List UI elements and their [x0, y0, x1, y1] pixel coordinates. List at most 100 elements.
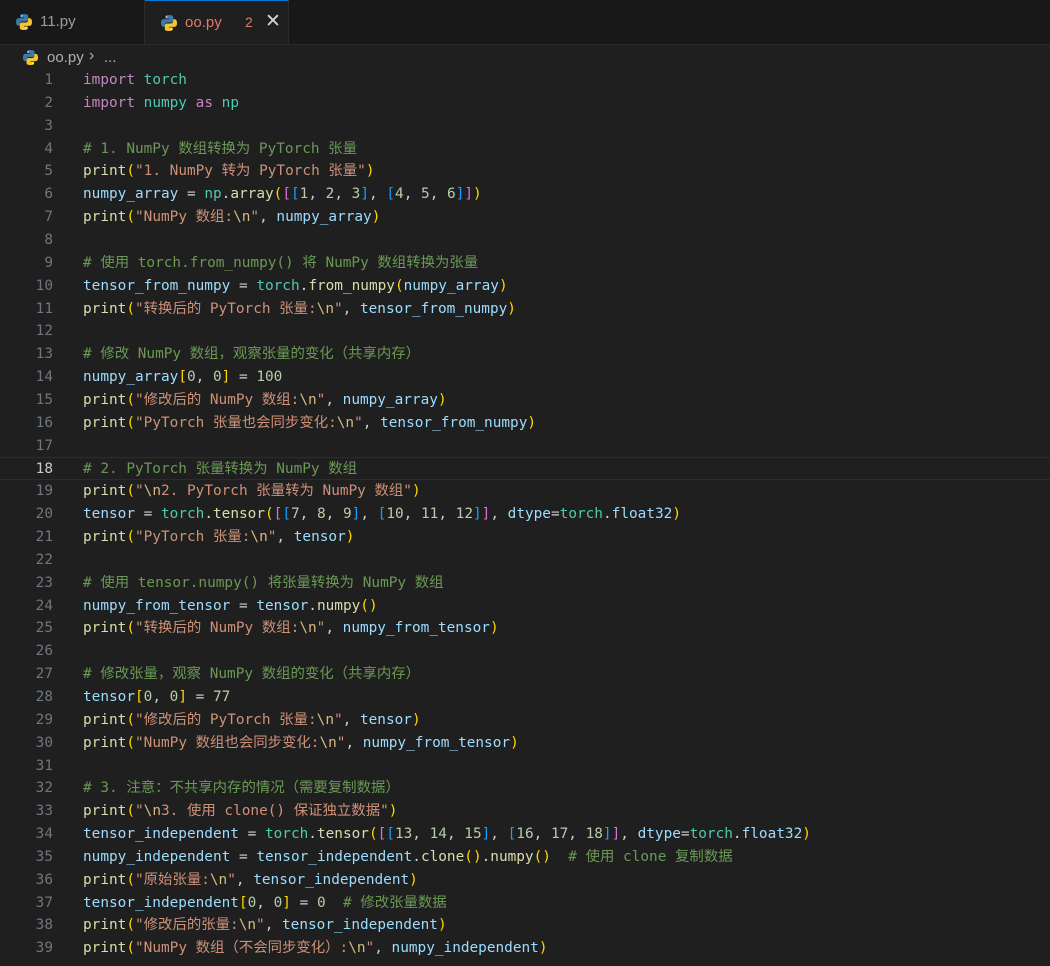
tab-11-py[interactable]: 11.py: [0, 0, 145, 44]
python-file-icon: [16, 14, 32, 30]
breadcrumb: oo.py › ...: [0, 46, 1050, 70]
code-line[interactable]: 20 tensor = torch.tensor([[7, 8, 9], [10,…: [0, 503, 1050, 526]
line-number: 20: [35, 506, 53, 523]
code-line[interactable]: 30 print("NumPy 数组也会同步变化:\n", numpy_from_…: [0, 732, 1050, 755]
code-text: tensor_independent = torch.tensor([[13, …: [83, 826, 811, 843]
code-line[interactable]: 6 numpy_array = np.array([[1, 2, 3], [4, …: [0, 183, 1050, 206]
line-number: 12: [35, 323, 53, 340]
line-number: 11: [35, 300, 53, 317]
code-text: tensor_independent[0, 0] = 0 # 修改张量数据: [83, 894, 447, 911]
code-line[interactable]: 10 tensor_from_numpy = torch.from_numpy(n…: [0, 275, 1050, 298]
line-number: 21: [35, 529, 53, 545]
line-number: 31: [35, 757, 53, 774]
line-number: 29: [35, 711, 53, 728]
line-number: 1: [44, 72, 53, 88]
line-number: 25: [35, 620, 53, 637]
code-line[interactable]: 35 numpy_independent = tensor_independent…: [0, 846, 1050, 869]
code-line[interactable]: 39 print("NumPy 数组（不会同步变化）:\n", numpy_ind…: [0, 937, 1050, 960]
code-text: # 修改 NumPy 数组，观察张量的变化（共享内存）: [83, 346, 421, 363]
code-line[interactable]: 4 # 1. NumPy 数组转换为 PyTorch 张量: [0, 138, 1050, 161]
code-line[interactable]: 25 print("转换后的 NumPy 数组:\n", numpy_from_t…: [0, 617, 1050, 640]
code-text: print("\n2. PyTorch 张量转为 NumPy 数组"): [83, 483, 421, 500]
problems-count-badge: 2: [245, 14, 253, 30]
code-text: print("1. NumPy 转为 PyTorch 张量"): [83, 163, 375, 180]
code-line[interactable]: 7 print("NumPy 数组:\n", numpy_array): [0, 206, 1050, 229]
line-number: 24: [35, 597, 53, 614]
code-text: print("PyTorch 张量也会同步变化:\n", tensor_from…: [83, 414, 537, 431]
code-line[interactable]: 19 print("\n2. PyTorch 张量转为 NumPy 数组"): [0, 480, 1050, 503]
code-text: print("修改后的张量:\n", tensor_independent): [83, 917, 447, 934]
code-text: print("转换后的 PyTorch 张量:\n", tensor_from_…: [83, 300, 516, 317]
code-text: print("原始张量:\n", tensor_independent): [83, 871, 418, 888]
code-line[interactable]: 16 print("PyTorch 张量也会同步变化:\n", tensor_fr…: [0, 412, 1050, 435]
line-number: 28: [35, 688, 53, 705]
code-text: print("修改后的 NumPy 数组:\n", numpy_array): [83, 391, 447, 408]
close-icon[interactable]: ✕: [263, 10, 283, 34]
code-line[interactable]: 23 # 使用 tensor.numpy() 将张量转换为 NumPy 数组: [0, 572, 1050, 595]
code-line[interactable]: 26: [0, 640, 1050, 663]
code-line[interactable]: 12: [0, 320, 1050, 343]
code-line[interactable]: 5 print("1. NumPy 转为 PyTorch 张量"): [0, 160, 1050, 183]
code-line[interactable]: 34 tensor_independent = torch.tensor([[13…: [0, 823, 1050, 846]
line-number: 7: [44, 209, 53, 226]
code-text: tensor_from_numpy = torch.from_numpy(num…: [83, 277, 508, 294]
code-text: numpy_independent = tensor_independent.c…: [83, 848, 733, 865]
code-text: # 2. PyTorch 张量转换为 NumPy 数组: [83, 461, 358, 478]
line-number: 22: [35, 551, 53, 568]
code-line[interactable]: 1 import torch: [0, 69, 1050, 92]
code-text: print("\n3. 使用 clone() 保证独立数据"): [83, 803, 398, 820]
tab-oo-py[interactable]: oo.py 2 ✕: [145, 0, 289, 44]
line-number: 36: [35, 871, 53, 888]
line-number: 30: [35, 734, 53, 751]
code-line[interactable]: 38 print("修改后的张量:\n", tensor_independent): [0, 914, 1050, 937]
line-number: 34: [35, 826, 53, 843]
code-line[interactable]: 33 print("\n3. 使用 clone() 保证独立数据"): [0, 800, 1050, 823]
line-number: 32: [35, 780, 53, 797]
code-editor[interactable]: 1 import torch 2 import numpy as np 3 4 # 1. N…: [0, 69, 1050, 966]
tab-label: oo.py: [185, 14, 222, 31]
line-number: 10: [35, 277, 53, 294]
line-number: 17: [35, 437, 53, 454]
code-line[interactable]: 28 tensor[0, 0] = 77: [0, 686, 1050, 709]
code-text: print("NumPy 数组（不会同步变化）:\n", numpy_indep…: [83, 940, 548, 957]
line-number: 2: [44, 94, 53, 111]
line-number: 13: [35, 346, 53, 363]
code-line[interactable]: 3: [0, 115, 1050, 138]
code-line[interactable]: 31: [0, 755, 1050, 778]
code-text: # 3. 注意：不共享内存的情况（需要复制数据）: [83, 780, 400, 797]
code-text: # 使用 tensor.numpy() 将张量转换为 NumPy 数组: [83, 574, 444, 591]
code-line[interactable]: 21 print("PyTorch 张量:\n", tensor): [0, 526, 1050, 549]
line-number: 19: [35, 483, 53, 500]
code-text: numpy_array = np.array([[1, 2, 3], [4, 5…: [83, 186, 482, 203]
chevron-right-icon: ›: [89, 47, 95, 64]
line-number: 6: [44, 186, 53, 203]
code-text: numpy_from_tensor = tensor.numpy(): [83, 597, 378, 614]
code-text: import numpy as np: [83, 94, 239, 111]
breadcrumb-file[interactable]: oo.py: [47, 49, 84, 66]
code-line[interactable]: 37 tensor_independent[0, 0] = 0 # 修改张量数据: [0, 892, 1050, 915]
code-line[interactable]: 14 numpy_array[0, 0] = 100: [0, 366, 1050, 389]
code-line[interactable]: 2 import numpy as np: [0, 92, 1050, 115]
code-line[interactable]: 8: [0, 229, 1050, 252]
code-text: # 使用 torch.from_numpy() 将 NumPy 数组转换为张量: [83, 254, 479, 271]
code-line[interactable]: 27 # 修改张量，观察 NumPy 数组的变化（共享内存）: [0, 663, 1050, 686]
code-line[interactable]: 15 print("修改后的 NumPy 数组:\n", numpy_array): [0, 389, 1050, 412]
code-text: print("修改后的 PyTorch 张量:\n", tensor): [83, 711, 421, 728]
line-number: 26: [35, 643, 53, 660]
code-text: tensor[0, 0] = 77: [83, 688, 231, 705]
code-line[interactable]: 9 # 使用 torch.from_numpy() 将 NumPy 数组转换为张量: [0, 252, 1050, 275]
code-line[interactable]: 17: [0, 435, 1050, 458]
code-line[interactable]: 32 # 3. 注意：不共享内存的情况（需要复制数据）: [0, 777, 1050, 800]
code-line[interactable]: 13 # 修改 NumPy 数组，观察张量的变化（共享内存）: [0, 343, 1050, 366]
code-line[interactable]: 29 print("修改后的 PyTorch 张量:\n", tensor): [0, 709, 1050, 732]
breadcrumb-symbols[interactable]: ...: [104, 49, 117, 66]
code-line[interactable]: 36 print("原始张量:\n", tensor_independent): [0, 869, 1050, 892]
code-text: print("转换后的 NumPy 数组:\n", numpy_from_ten…: [83, 620, 499, 637]
line-number: 16: [35, 414, 53, 431]
editor-tab-bar: 11.py oo.py 2 ✕: [0, 0, 1050, 45]
code-line[interactable]: 11 print("转换后的 PyTorch 张量:\n", tensor_fro…: [0, 298, 1050, 321]
code-line[interactable]: 18 # 2. PyTorch 张量转换为 NumPy 数组: [0, 457, 1050, 481]
code-line[interactable]: 22: [0, 549, 1050, 572]
code-line[interactable]: 24 numpy_from_tensor = tensor.numpy(): [0, 595, 1050, 618]
code-text: # 1. NumPy 数组转换为 PyTorch 张量: [83, 140, 358, 157]
